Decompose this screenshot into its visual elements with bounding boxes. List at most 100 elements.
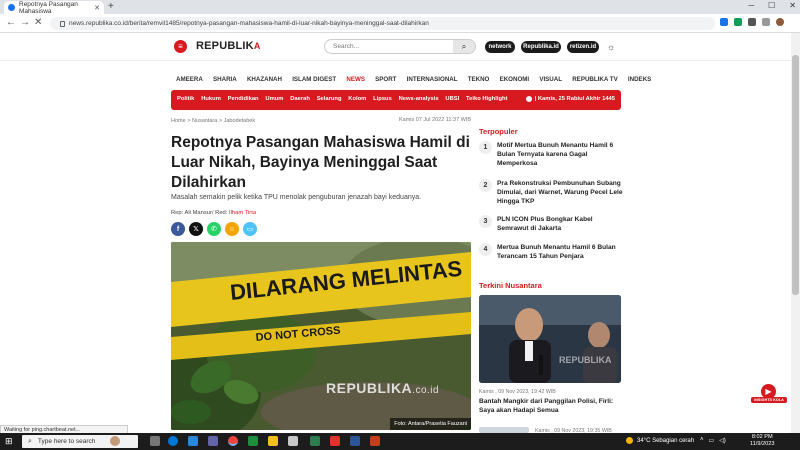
file-explorer-icon[interactable] [268, 436, 278, 446]
retizen-pill[interactable]: retizen.id [567, 41, 599, 53]
subnav-item-news-analysis[interactable]: News-analysis [399, 96, 439, 102]
theme-toggle-icon[interactable]: ☼ [607, 42, 615, 52]
subnav-item-lipsus[interactable]: Lipsus [373, 96, 392, 102]
nav-item-tekno[interactable]: TEKNO [468, 76, 490, 83]
subnav-item-kolom[interactable]: Kolom [348, 96, 366, 102]
breadcrumb[interactable]: Home > Nusantara > Jabodetabek [171, 118, 255, 124]
popular-title[interactable]: Pra Rekonstruksi Pembunuhan Subang Dimul… [497, 179, 624, 206]
system-clock[interactable]: 8:02 PM 11/9/2023 [750, 434, 774, 448]
chrome-icon[interactable] [228, 436, 238, 446]
sidebar-icon[interactable] [762, 18, 770, 26]
cortana-icon[interactable] [110, 436, 120, 446]
extension-icon[interactable] [720, 18, 728, 26]
powerpoint-icon[interactable] [370, 436, 380, 446]
windows-start-icon[interactable]: ⊞ [5, 436, 15, 446]
app-icon[interactable] [288, 436, 298, 446]
app-icon[interactable] [330, 436, 340, 446]
nav-item-ekonomi[interactable]: EKONOMI [500, 76, 530, 83]
nav-item-sharia[interactable]: SHARIA [213, 76, 237, 83]
task-view-icon[interactable] [150, 436, 160, 446]
menu-button[interactable]: ≡ [174, 40, 187, 53]
network-icon[interactable]: ▭ [709, 437, 715, 444]
popular-title[interactable]: Motif Mertua Bunuh Menantu Hamil 6 Bulan… [497, 141, 624, 168]
search-button[interactable]: ⌕ [453, 40, 475, 53]
editor-link[interactable]: Ilham Tirta [229, 210, 256, 216]
back-icon[interactable]: ← [6, 17, 16, 28]
profile-avatar[interactable] [776, 18, 784, 26]
insights-floating-button[interactable]: ▶ INSIGHTS KOLA [751, 384, 787, 404]
page-scrollbar[interactable] [791, 33, 800, 433]
edge-icon[interactable] [168, 436, 178, 446]
press-conference-illustration: REPUBLIKA [479, 295, 621, 383]
weather-widget[interactable]: 34°C Sebagian cerah [626, 437, 694, 444]
scrollbar-thumb[interactable] [792, 55, 799, 295]
article-summary: Masalah semakin pelik ketika TPU menolak… [171, 194, 422, 201]
new-tab-icon[interactable]: + [108, 1, 114, 12]
popular-item[interactable]: 3 PLN ICON Plus Bongkar Kabel Semrawut d… [479, 215, 624, 233]
nav-item-sport[interactable]: SPORT [375, 76, 396, 83]
popular-item[interactable]: 4 Mertua Bunuh Menantu Hamil 6 Bulan Ter… [479, 243, 624, 261]
nav-item-islam-digest[interactable]: ISLAM DIGEST [292, 76, 336, 83]
subnav-item-umum[interactable]: Umum [265, 96, 283, 102]
nav-item-republika-tv[interactable]: REPUBLIKA TV [572, 76, 618, 83]
puzzle-icon[interactable] [748, 18, 756, 26]
terkini-photo[interactable]: REPUBLIKA [479, 295, 621, 383]
browser-tab[interactable]: Repotnya Pasangan Mahasiswa ✕ [4, 1, 104, 15]
logo-text: REPUBLIK [196, 40, 254, 52]
facebook-share-icon[interactable]: f [171, 222, 185, 236]
subnav-item-ubsi[interactable]: UBSI [445, 96, 459, 102]
terkini-watermark: REPUBLIKA [559, 355, 612, 365]
popular-title[interactable]: Mertua Bunuh Menantu Hamil 6 Bulan Teran… [497, 243, 624, 261]
nav-item-visual[interactable]: VISUAL [539, 76, 562, 83]
word-icon[interactable] [350, 436, 360, 446]
nav-item-indeks[interactable]: INDEKS [628, 76, 651, 83]
popular-rank: 4 [479, 243, 492, 256]
credit-prefix: Rep: Ali Mansur/ Red: [171, 210, 229, 216]
browser-tab-strip: Repotnya Pasangan Mahasiswa ✕ + ─ ☐ ✕ [0, 0, 800, 15]
nav-item-khazanah[interactable]: KHAZANAH [247, 76, 282, 83]
extension-icon[interactable] [734, 18, 742, 26]
subnav-item-selarung[interactable]: Selarung [317, 96, 342, 102]
maximize-icon[interactable]: ☐ [768, 1, 775, 10]
terkini-date: Kamis , 09 Nov 2023, 19:42 WIB [479, 389, 556, 395]
app-icon[interactable] [310, 436, 320, 446]
subnav-item-teiko-highlight[interactable]: Teiko Highlight [466, 96, 507, 102]
close-window-icon[interactable]: ✕ [789, 1, 796, 10]
chevron-up-icon[interactable]: ˄ [700, 437, 704, 444]
network-pill[interactable]: network [485, 41, 515, 53]
url-text: news.republika.co.id/berita/remvil1485/r… [69, 20, 429, 27]
republika-id-pill[interactable]: Republika.id [521, 41, 561, 53]
taskbar-search[interactable]: ⌕ Type here to search [22, 435, 138, 448]
minimize-icon[interactable]: ─ [748, 1, 754, 10]
url-field[interactable]: news.republika.co.id/berita/remvil1485/r… [50, 17, 715, 30]
terkini-title[interactable]: Bantah Mangkir dari Panggilan Polisi, Fi… [479, 397, 621, 415]
popular-item[interactable]: 1 Motif Mertua Bunuh Menantu Hamil 6 Bul… [479, 141, 624, 168]
subnav-item-pendidikan[interactable]: Pendidikan [228, 96, 259, 102]
subnav-item-daerah[interactable]: Daerah [290, 96, 310, 102]
subnav-item-hukum[interactable]: Hukum [201, 96, 221, 102]
calendar-icon [525, 96, 532, 102]
lock-icon [60, 20, 65, 27]
app-icon[interactable] [248, 436, 258, 446]
app-icon[interactable] [188, 436, 198, 446]
emoji-share-icon[interactable]: ☺ [225, 222, 239, 236]
nav-item-news[interactable]: NEWS [346, 76, 365, 83]
whatsapp-share-icon[interactable]: ✆ [207, 222, 221, 236]
system-tray: ˄ ▭ ◁) [700, 437, 726, 444]
article-credit: Rep: Ali Mansur/ Red: Ilham Tirta [171, 210, 256, 216]
subnav-item-politik[interactable]: Politik [177, 96, 194, 102]
search-input[interactable] [325, 43, 450, 50]
forward-icon[interactable]: → [20, 17, 30, 28]
popular-title[interactable]: PLN ICON Plus Bongkar Kabel Semrawut di … [497, 215, 624, 233]
x-share-icon[interactable]: 𝕏 [189, 222, 203, 236]
copy-link-icon[interactable]: ▭ [243, 222, 257, 236]
site-logo[interactable]: REPUBLIKA [196, 40, 261, 52]
publish-date: Kamis 07 Jul 2022 11:37 WIB [399, 117, 472, 123]
nav-item-internasional[interactable]: INTERNASIONAL [407, 76, 458, 83]
volume-icon[interactable]: ◁) [719, 437, 726, 444]
nav-item-ameera[interactable]: AMEERA [176, 76, 203, 83]
app-icon[interactable] [208, 436, 218, 446]
stop-icon[interactable]: ✕ [34, 17, 42, 28]
close-tab-icon[interactable]: ✕ [94, 4, 100, 12]
popular-item[interactable]: 2 Pra Rekonstruksi Pembunuhan Subang Dim… [479, 179, 624, 206]
